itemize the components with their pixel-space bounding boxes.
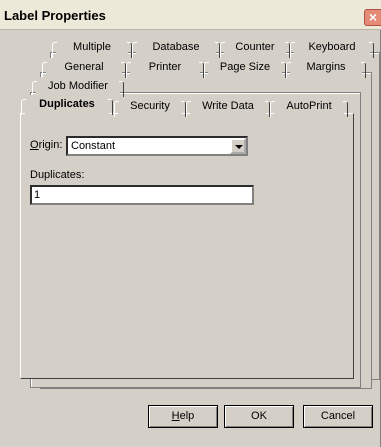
tab-security[interactable]: Security	[114, 97, 186, 117]
tab-keyboard[interactable]: Keyboard	[290, 38, 374, 58]
origin-select[interactable]: Constant	[66, 136, 248, 156]
help-button[interactable]: Help	[148, 405, 218, 428]
cancel-button[interactable]: Cancel	[303, 405, 373, 428]
tab-general[interactable]: General	[42, 58, 126, 78]
origin-label: Origin:	[30, 139, 63, 151]
tab-database[interactable]: Database	[132, 38, 220, 58]
duplicates-input[interactable]: 1	[30, 185, 254, 205]
tab-write-data[interactable]: Write Data	[186, 97, 270, 117]
ok-button[interactable]: OK	[224, 405, 294, 428]
tab-page-size[interactable]: Page Size	[204, 58, 286, 78]
tab-duplicates[interactable]: Duplicates	[21, 95, 113, 116]
tab-multiple[interactable]: Multiple	[52, 38, 132, 58]
label-properties-dialog: Label Properties × Multiple Database Cou…	[0, 0, 381, 447]
close-button[interactable]: ×	[364, 9, 381, 26]
duplicates-input-value: 1	[34, 189, 41, 201]
origin-select-value: Constant	[71, 140, 116, 152]
origin-dropdown-button[interactable]	[230, 138, 246, 154]
dialog-title: Label Properties	[4, 8, 106, 23]
title-bar: Label Properties ×	[0, 0, 381, 30]
tab-job-modifier[interactable]: Job Modifier	[32, 77, 124, 97]
tab-counter[interactable]: Counter	[220, 38, 290, 58]
duplicates-label: Duplicates:	[30, 169, 85, 181]
tab-autoprint[interactable]: AutoPrint	[270, 97, 348, 117]
close-icon: ×	[368, 9, 378, 25]
tab-margins[interactable]: Margins	[286, 58, 366, 78]
tab-printer[interactable]: Printer	[126, 58, 204, 78]
chevron-down-icon	[235, 145, 243, 149]
